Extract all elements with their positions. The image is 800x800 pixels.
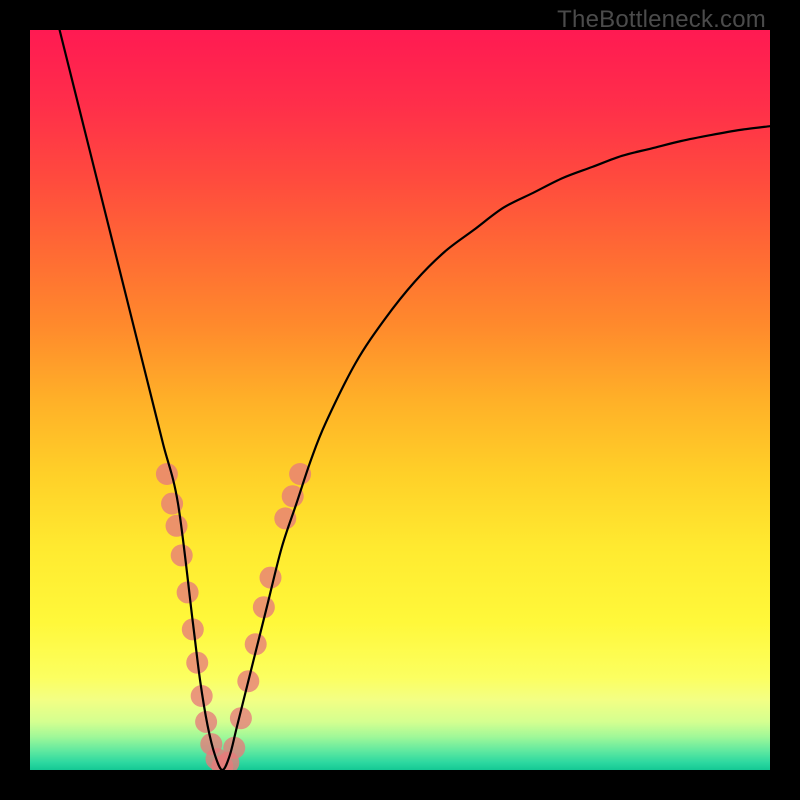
plot-area: [30, 30, 770, 770]
data-marker: [166, 515, 188, 537]
watermark-text: TheBottleneck.com: [557, 6, 766, 34]
data-marker: [171, 544, 193, 566]
data-marker: [260, 567, 282, 589]
bottleneck-curve: [60, 30, 770, 770]
curve-layer: [30, 30, 770, 770]
chart-frame: TheBottleneck.com: [0, 0, 800, 800]
